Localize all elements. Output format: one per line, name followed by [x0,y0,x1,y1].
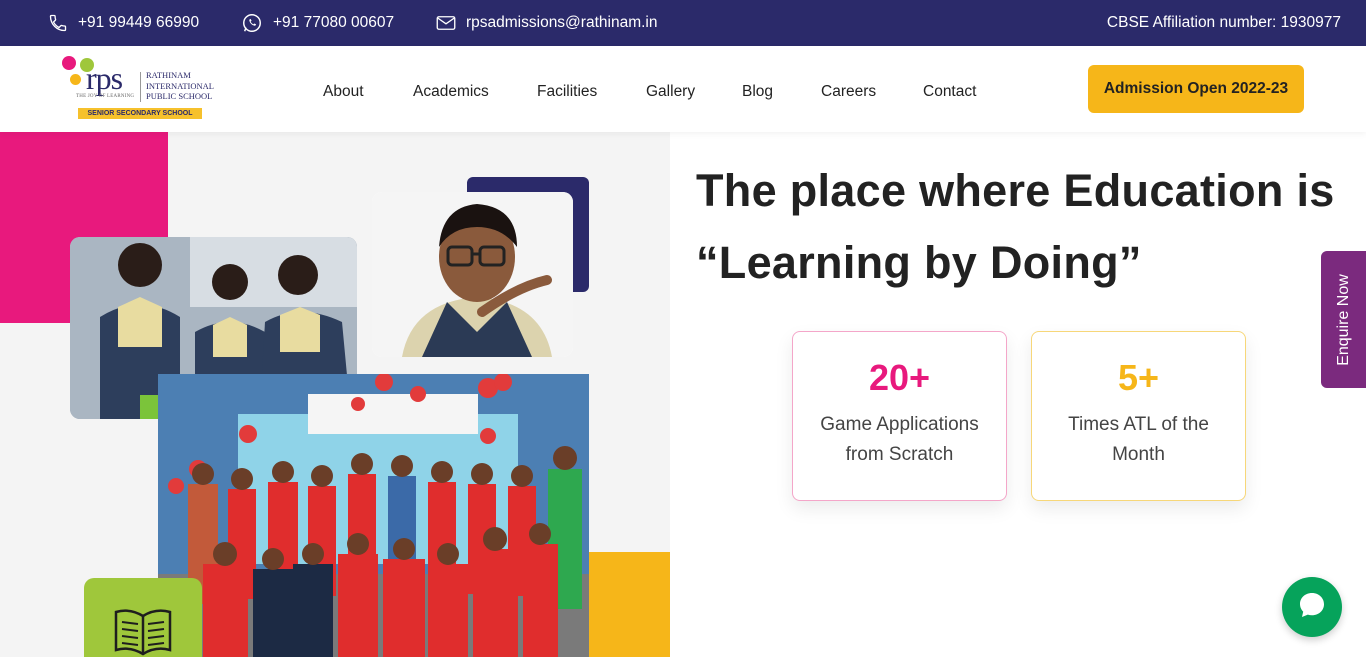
stat-label: Game Applications from Scratch [820,414,979,465]
whatsapp-icon [241,12,263,34]
phone-number-2: +91 77080 00607 [273,14,395,31]
stat-label: Times ATL of the Month [1068,414,1209,465]
admission-open-button[interactable]: Admission Open 2022-23 [1088,65,1304,113]
stat-value: 20+ [868,357,931,398]
hero-image-collage [0,132,670,657]
cbse-affiliation: CBSE Affiliation number: 1930977 [1106,14,1341,31]
phone-contact-1[interactable]: +91 99449 66990 [48,0,199,46]
logo-school-name: RATHINAM INTERNATIONAL PUBLIC SCHOOL [146,70,214,101]
email-contact[interactable]: rpsadmissions@rathinam.in [436,0,657,46]
hero-headline: The place where Education is “Learning b… [696,165,1335,288]
phone-number-1: +91 99449 66990 [78,14,200,31]
top-contact-bar: +91 99449 66990 +91 77080 00607 rpsadmis… [0,0,1366,46]
stat-card-game-apps: 20+ Game Applications from Scratch [792,331,1007,501]
open-book-icon [112,606,174,657]
chat-bubble-icon [1296,589,1328,626]
chat-widget-button[interactable] [1282,577,1342,637]
enquire-now-tab[interactable]: Enquire Now [1321,251,1366,388]
nav-academics[interactable]: Academics [413,46,489,132]
whatsapp-contact[interactable]: +91 77080 00607 [241,0,394,46]
nav-gallery[interactable]: Gallery [646,46,695,132]
nav-contact[interactable]: Contact [923,46,976,132]
stat-value: 5+ [1117,357,1160,398]
enquire-now-label: Enquire Now [1334,273,1352,366]
student-portrait-photo [372,192,573,357]
phone-icon [48,13,68,33]
nav-careers[interactable]: Careers [821,46,876,132]
email-address: rpsadmissions@rathinam.in [466,14,658,31]
logo-badge: SENIOR SECONDARY SCHOOL [78,108,202,119]
book-icon-card [84,578,202,657]
logo-dot-pink [62,56,76,70]
nav-blog[interactable]: Blog [742,46,773,132]
school-logo[interactable]: rps THE JOY OF LEARNING RATHINAM INTERNA… [60,56,220,122]
logo-dot-yellow [70,74,81,85]
logo-tagline: THE JOY OF LEARNING [76,94,135,99]
decor-yellow-block [589,552,670,657]
main-header: rps THE JOY OF LEARNING RATHINAM INTERNA… [0,46,1366,132]
christmas-group-photo [158,374,589,657]
nav-about[interactable]: About [323,46,364,132]
logo-mark: rps [86,60,123,96]
nav-facilities[interactable]: Facilities [537,46,597,132]
mail-icon [436,15,456,31]
stat-card-atl: 5+ Times ATL of the Month [1031,331,1246,501]
logo-divider [140,72,141,102]
